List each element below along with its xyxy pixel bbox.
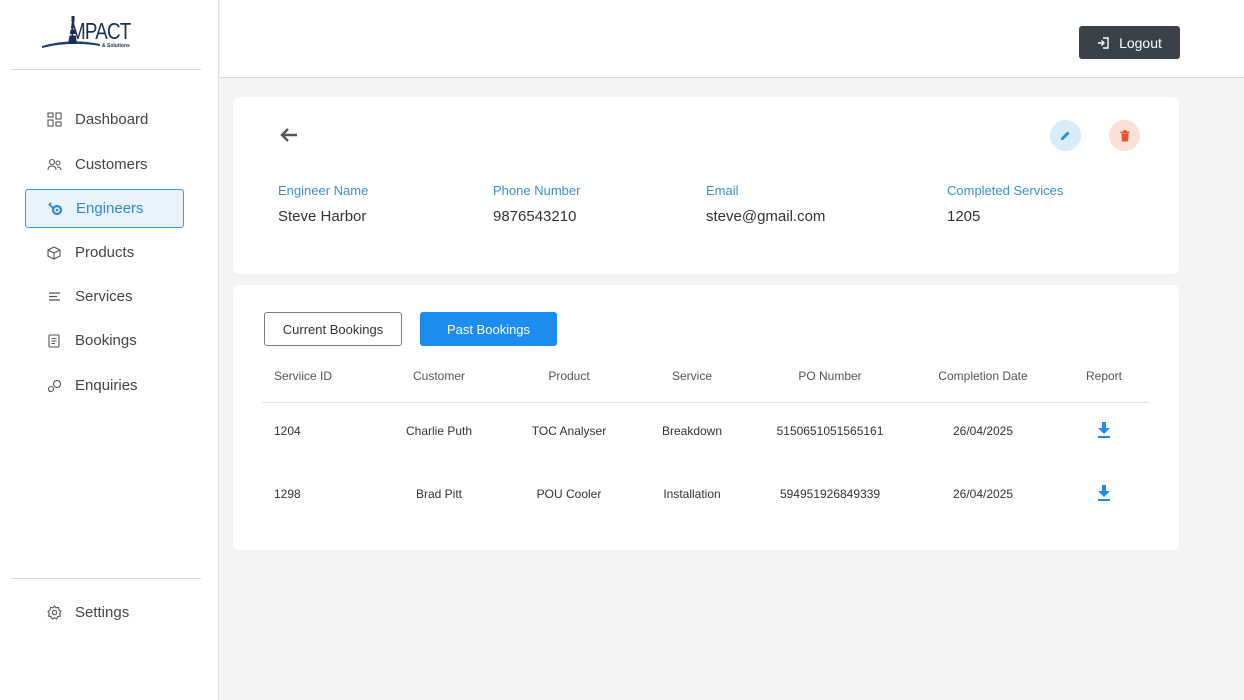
tab-current-bookings[interactable]: Current Bookings bbox=[264, 312, 402, 346]
cell-service-id: 1204 bbox=[274, 424, 301, 438]
delete-button[interactable] bbox=[1109, 120, 1140, 151]
sidebar-item-products[interactable]: Products bbox=[25, 233, 184, 272]
sidebar: MPACT & Solutions Dashboard Customers En… bbox=[0, 0, 219, 700]
phone-number-label: Phone Number bbox=[493, 183, 581, 198]
engineer-details-card: Engineer Name Steve Harbor Phone Number … bbox=[233, 97, 1179, 274]
sidebar-item-services[interactable]: Services bbox=[25, 277, 184, 316]
logo-subtitle: & Solutions bbox=[102, 43, 130, 49]
cell-customer: Charlie Puth bbox=[405, 424, 473, 438]
back-arrow-icon[interactable] bbox=[279, 127, 299, 143]
engineer-name-label: Engineer Name bbox=[278, 183, 369, 198]
logo-text: MPACT bbox=[70, 18, 131, 44]
email-label: Email bbox=[706, 183, 739, 198]
column-header-label: Product bbox=[548, 369, 590, 383]
lines-icon bbox=[46, 289, 62, 305]
cell-po-number: 5150651051565161 bbox=[776, 424, 884, 438]
box-icon bbox=[46, 245, 62, 261]
logout-icon bbox=[1098, 36, 1109, 49]
cell-po-number: 594951926849339 bbox=[779, 487, 881, 501]
sidebar-item-label: Enquiries bbox=[75, 377, 138, 394]
cell-completion-date: 26/04/2025 bbox=[952, 487, 1014, 501]
sidebar-item-engineers[interactable]: Engineers bbox=[25, 189, 184, 228]
sidebar-item-settings[interactable]: Settings bbox=[25, 593, 184, 632]
table-row[interactable]: 1298 Brad Pitt POU Cooler Installation 5… bbox=[233, 485, 1179, 507]
column-header-label: Report bbox=[1085, 369, 1123, 383]
cell-customer: Brad Pitt bbox=[415, 487, 463, 501]
engineer-name-value: Steve Harbor bbox=[278, 208, 367, 225]
download-icon[interactable] bbox=[1097, 422, 1111, 438]
bookings-card: Current Bookings Past Bookings Serviice … bbox=[233, 285, 1179, 550]
download-icon[interactable] bbox=[1097, 485, 1111, 501]
column-header-label: Service bbox=[671, 369, 713, 383]
table-row[interactable]: 1204 Charlie Puth TOC Analyser Breakdown… bbox=[233, 422, 1179, 444]
users-icon bbox=[46, 157, 62, 173]
pencil-icon bbox=[1061, 131, 1070, 140]
logout-button[interactable]: Logout bbox=[1079, 26, 1180, 59]
logout-label: Logout bbox=[1119, 34, 1162, 51]
column-header-service-id: Serviice ID bbox=[274, 369, 333, 383]
phone-number-value: 9876543210 bbox=[493, 208, 577, 225]
cell-service: Installation bbox=[663, 487, 721, 501]
cell-product: TOC Analyser bbox=[531, 424, 607, 438]
sidebar-item-dashboard[interactable]: Dashboard bbox=[25, 100, 184, 139]
trash-icon bbox=[1120, 129, 1129, 141]
gear-icon bbox=[46, 605, 62, 621]
cell-service-id: 1298 bbox=[274, 487, 301, 501]
sidebar-item-label: Products bbox=[75, 244, 135, 261]
top-bar: Logout bbox=[220, 0, 1244, 78]
sidebar-item-label: Bookings bbox=[75, 332, 137, 349]
engineer-icon bbox=[47, 201, 63, 217]
column-header-label: Completion Date bbox=[938, 369, 1028, 383]
sidebar-item-bookings[interactable]: Bookings bbox=[25, 321, 184, 360]
impact-logo[interactable]: MPACT & Solutions bbox=[40, 14, 144, 52]
cell-product: POU Cooler bbox=[536, 487, 602, 501]
column-header-label: Customer bbox=[412, 369, 466, 383]
grid-icon bbox=[46, 112, 62, 128]
tab-past-bookings[interactable]: Past Bookings bbox=[420, 312, 557, 346]
sidebar-item-label: Services bbox=[75, 288, 133, 305]
sidebar-item-label: Engineers bbox=[76, 200, 144, 217]
cell-service: Breakdown bbox=[661, 424, 723, 438]
completed-services-value: 1205 bbox=[947, 208, 981, 225]
sidebar-item-enquiries[interactable]: Enquiries bbox=[25, 366, 184, 405]
edit-button[interactable] bbox=[1050, 120, 1081, 151]
chat-icon bbox=[46, 378, 62, 394]
document-icon bbox=[46, 333, 62, 349]
sidebar-divider bbox=[12, 578, 201, 579]
column-header-label: PO Number bbox=[798, 369, 862, 383]
sidebar-item-label: Dashboard bbox=[75, 111, 149, 128]
sidebar-divider bbox=[12, 69, 201, 70]
sidebar-item-label: Customers bbox=[75, 156, 148, 173]
table-divider bbox=[262, 402, 1149, 403]
sidebar-item-customers[interactable]: Customers bbox=[25, 145, 184, 184]
cell-completion-date: 26/04/2025 bbox=[952, 424, 1014, 438]
completed-services-label: Completed Services bbox=[947, 183, 1064, 198]
email-value: steve@gmail.com bbox=[706, 208, 826, 225]
sidebar-item-label: Settings bbox=[75, 604, 130, 621]
